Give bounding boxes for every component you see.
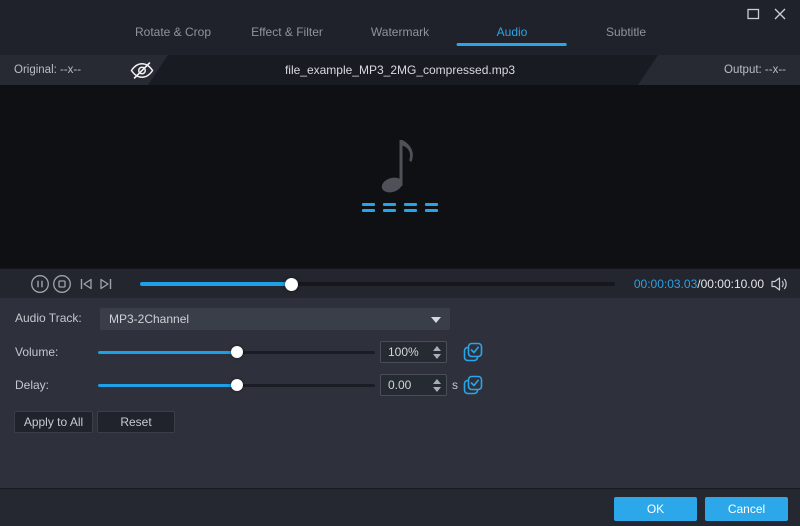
preview-visibility-toggle[interactable] — [128, 61, 156, 80]
volume-label: Volume: — [15, 345, 59, 359]
tab-effect-filter[interactable]: Effect & Filter — [251, 25, 323, 39]
next-frame-button[interactable] — [96, 274, 116, 294]
tab-bar: Rotate & Crop Effect & Filter Watermark … — [0, 0, 800, 55]
volume-spin-down-icon[interactable] — [433, 353, 441, 359]
total-time: 00:00:10.00 — [700, 277, 764, 291]
delay-spin-down-icon[interactable] — [433, 386, 441, 392]
tab-subtitle[interactable]: Subtitle — [606, 25, 646, 39]
next-frame-icon — [100, 278, 112, 290]
current-time: 00:00:03.03 — [633, 277, 698, 291]
cancel-button[interactable]: Cancel — [705, 497, 788, 521]
previous-frame-icon — [80, 278, 92, 290]
delay-spinbox — [380, 374, 447, 396]
audio-loading-indicator — [0, 203, 800, 212]
pause-icon — [31, 275, 49, 293]
reset-button[interactable]: Reset — [97, 411, 175, 433]
original-resolution-label: Original: --x-- — [14, 64, 82, 76]
audio-editor-window: Rotate & Crop Effect & Filter Watermark … — [0, 0, 800, 526]
volume-mute-button[interactable] — [770, 276, 790, 292]
maximize-icon — [746, 8, 759, 20]
audio-track-label: Audio Track: — [15, 311, 82, 325]
volume-spinbox — [380, 341, 447, 363]
file-info-bar: Original: --x-- file_example_MP3_2MG_com… — [0, 55, 800, 85]
footer-bar: OK Cancel — [0, 488, 800, 526]
time-display: 00:00:03.03/00:00:10.00 — [634, 269, 764, 299]
previous-frame-button[interactable] — [76, 274, 96, 294]
seek-fill — [140, 277, 298, 291]
output-resolution-label: Output: --x-- — [724, 64, 786, 76]
stop-button[interactable] — [52, 274, 72, 294]
delay-thumb[interactable] — [231, 379, 244, 391]
pause-button[interactable] — [30, 274, 50, 294]
delay-fill — [98, 379, 244, 391]
speaker-icon — [771, 277, 787, 291]
delay-apply-all-checkbox[interactable] — [463, 375, 483, 395]
volume-spin-up-icon[interactable] — [433, 345, 441, 351]
ok-button[interactable]: OK — [614, 497, 697, 521]
maximize-button[interactable] — [745, 6, 761, 22]
close-button[interactable] — [772, 6, 788, 22]
seek-slider[interactable] — [140, 277, 615, 291]
audio-settings-panel: Audio Track: MP3-2Channel Volume: 100% D… — [0, 298, 800, 488]
checked-copy-icon — [463, 375, 483, 395]
delay-input[interactable] — [381, 375, 427, 395]
current-filename: file_example_MP3_2MG_compressed.mp3 — [284, 63, 516, 77]
volume-input[interactable] — [381, 342, 427, 362]
checked-copy-icon — [463, 342, 483, 362]
seek-thumb[interactable] — [285, 277, 298, 291]
volume-thumb[interactable] — [231, 346, 244, 358]
tab-audio[interactable]: Audio — [497, 25, 528, 39]
stop-icon — [53, 275, 71, 293]
transport-bar: 00:00:03.03/00:00:10.00 — [0, 268, 800, 298]
delay-slider[interactable] — [98, 379, 375, 391]
delay-unit: s — [452, 378, 458, 392]
volume-slider[interactable] — [98, 346, 375, 358]
volume-apply-all-checkbox[interactable] — [463, 342, 483, 362]
audio-track-value: MP3-2Channel — [109, 312, 190, 326]
apply-to-all-button[interactable]: Apply to All — [14, 411, 93, 433]
preview-area — [0, 85, 800, 268]
music-note-icon — [378, 133, 422, 195]
audio-track-dropdown[interactable]: MP3-2Channel — [100, 308, 450, 330]
close-icon — [774, 8, 786, 20]
output-resolution-segment: Output: --x-- — [638, 55, 800, 85]
chevron-down-icon — [431, 316, 441, 323]
tab-watermark[interactable]: Watermark — [371, 25, 429, 39]
delay-label: Delay: — [15, 378, 50, 392]
tab-rotate-crop[interactable]: Rotate & Crop — [135, 25, 211, 39]
volume-fill — [98, 346, 244, 358]
delay-spin-up-icon[interactable] — [433, 378, 441, 384]
eye-off-icon — [130, 61, 154, 80]
